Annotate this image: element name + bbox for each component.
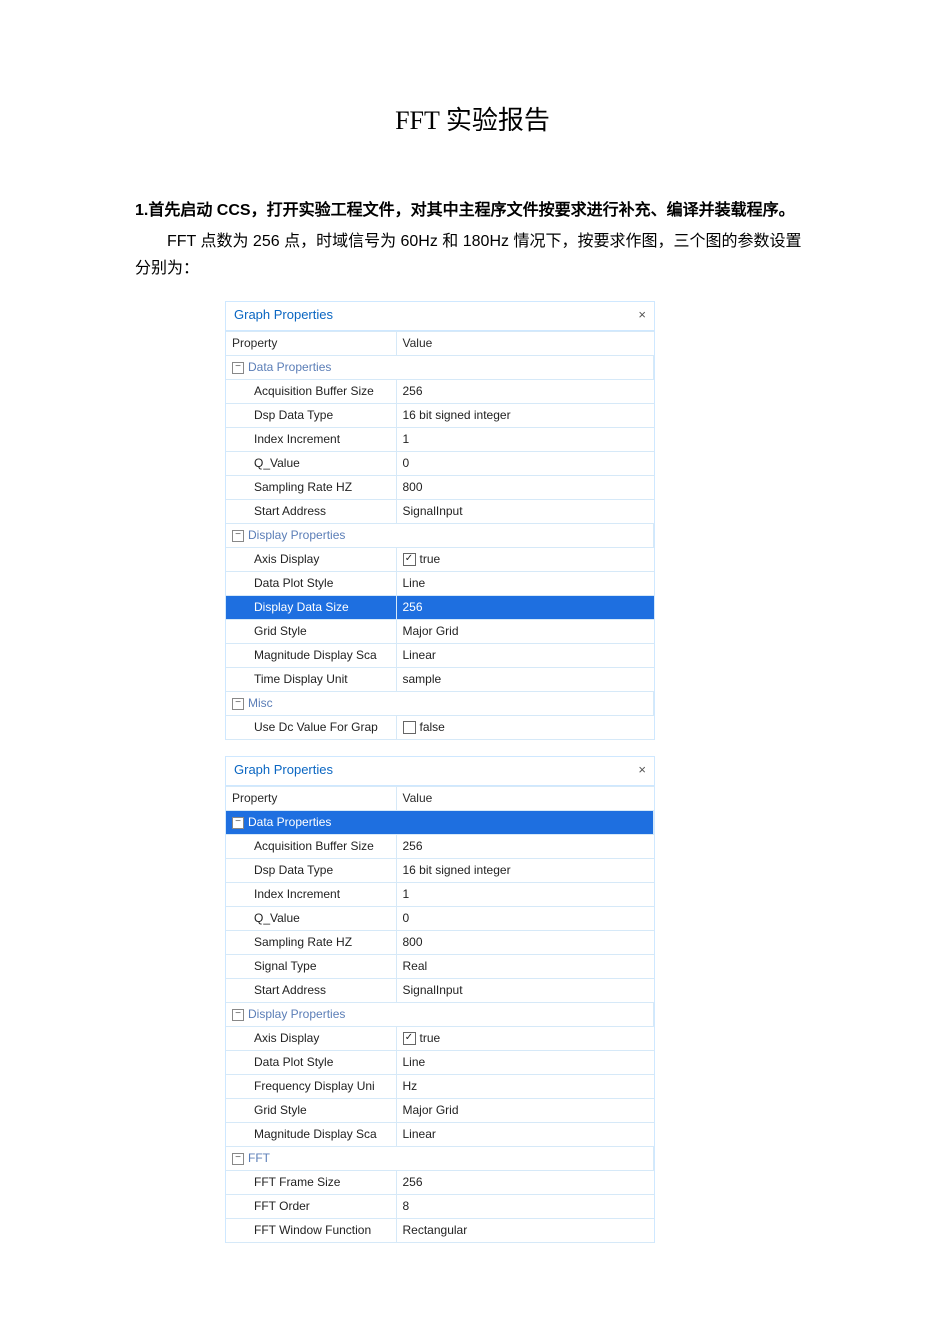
collapse-icon[interactable]: − (232, 817, 244, 829)
checkbox-icon[interactable] (403, 721, 416, 734)
prop-row[interactable]: Index Increment1 (226, 427, 654, 451)
prop-row-selected[interactable]: Display Data Size256 (226, 595, 654, 619)
panel-title: Graph Properties (234, 762, 333, 777)
prop-row[interactable]: Acquisition Buffer Size256 (226, 834, 654, 858)
prop-row[interactable]: Start AddressSignalInput (226, 978, 654, 1002)
prop-row[interactable]: Data Plot StyleLine (226, 571, 654, 595)
group-display-properties[interactable]: −Display Properties (226, 1002, 654, 1026)
col-property: Property (226, 331, 396, 355)
prop-row[interactable]: Start AddressSignalInput (226, 499, 654, 523)
prop-row[interactable]: Magnitude Display ScaLinear (226, 1122, 654, 1146)
group-fft[interactable]: −FFT (226, 1146, 654, 1170)
prop-row[interactable]: FFT Frame Size256 (226, 1170, 654, 1194)
prop-row[interactable]: Sampling Rate HZ800 (226, 475, 654, 499)
prop-row[interactable]: Time Display Unitsample (226, 667, 654, 691)
group-data-properties[interactable]: −Data Properties (226, 355, 654, 379)
collapse-icon[interactable]: − (232, 530, 244, 542)
prop-row[interactable]: Q_Value0 (226, 451, 654, 475)
panel-title: Graph Properties (234, 307, 333, 322)
prop-row[interactable]: FFT Order8 (226, 1194, 654, 1218)
group-misc[interactable]: −Misc (226, 691, 654, 715)
collapse-icon[interactable]: − (232, 362, 244, 374)
col-value: Value (396, 331, 654, 355)
group-data-properties[interactable]: −Data Properties (226, 810, 654, 834)
prop-row[interactable]: Magnitude Display ScaLinear (226, 643, 654, 667)
graph-properties-panel-2: Graph Properties × Property Value −Data … (225, 756, 655, 1243)
prop-row[interactable]: FFT Window FunctionRectangular (226, 1218, 654, 1242)
prop-row[interactable]: Frequency Display UniHz (226, 1074, 654, 1098)
collapse-icon[interactable]: − (232, 1153, 244, 1165)
prop-row[interactable]: Axis Display✓true (226, 547, 654, 571)
collapse-icon[interactable]: − (232, 1009, 244, 1021)
col-property: Property (226, 786, 396, 810)
prop-row[interactable]: Use Dc Value For Grapfalse (226, 715, 654, 739)
prop-row[interactable]: Signal TypeReal (226, 954, 654, 978)
prop-row[interactable]: Grid StyleMajor Grid (226, 619, 654, 643)
prop-row[interactable]: Dsp Data Type16 bit signed integer (226, 858, 654, 882)
close-icon[interactable]: × (638, 762, 646, 777)
prop-row[interactable]: Sampling Rate HZ800 (226, 930, 654, 954)
prop-row[interactable]: Axis Display✓true (226, 1026, 654, 1050)
section-heading: 1.首先启动 CCS，打开实验工程文件，对其中主程序文件按要求进行补充、编译并装… (135, 197, 810, 224)
group-display-properties[interactable]: −Display Properties (226, 523, 654, 547)
prop-row[interactable]: Grid StyleMajor Grid (226, 1098, 654, 1122)
prop-row[interactable]: Acquisition Buffer Size256 (226, 379, 654, 403)
document-title: FFT 实验报告 (135, 100, 810, 137)
collapse-icon[interactable]: − (232, 698, 244, 710)
close-icon[interactable]: × (638, 307, 646, 322)
prop-row[interactable]: Data Plot StyleLine (226, 1050, 654, 1074)
prop-row[interactable]: Index Increment1 (226, 882, 654, 906)
prop-row[interactable]: Q_Value0 (226, 906, 654, 930)
table-header: Property Value (226, 331, 654, 355)
graph-properties-panel-1: Graph Properties × Property Value −Data … (225, 301, 655, 740)
prop-row[interactable]: Dsp Data Type16 bit signed integer (226, 403, 654, 427)
paragraph: FFT 点数为 256 点，时域信号为 60Hz 和 180Hz 情况下，按要求… (135, 228, 810, 282)
table-header: Property Value (226, 786, 654, 810)
col-value: Value (396, 786, 654, 810)
checkbox-icon[interactable]: ✓ (403, 553, 416, 566)
checkbox-icon[interactable]: ✓ (403, 1032, 416, 1045)
